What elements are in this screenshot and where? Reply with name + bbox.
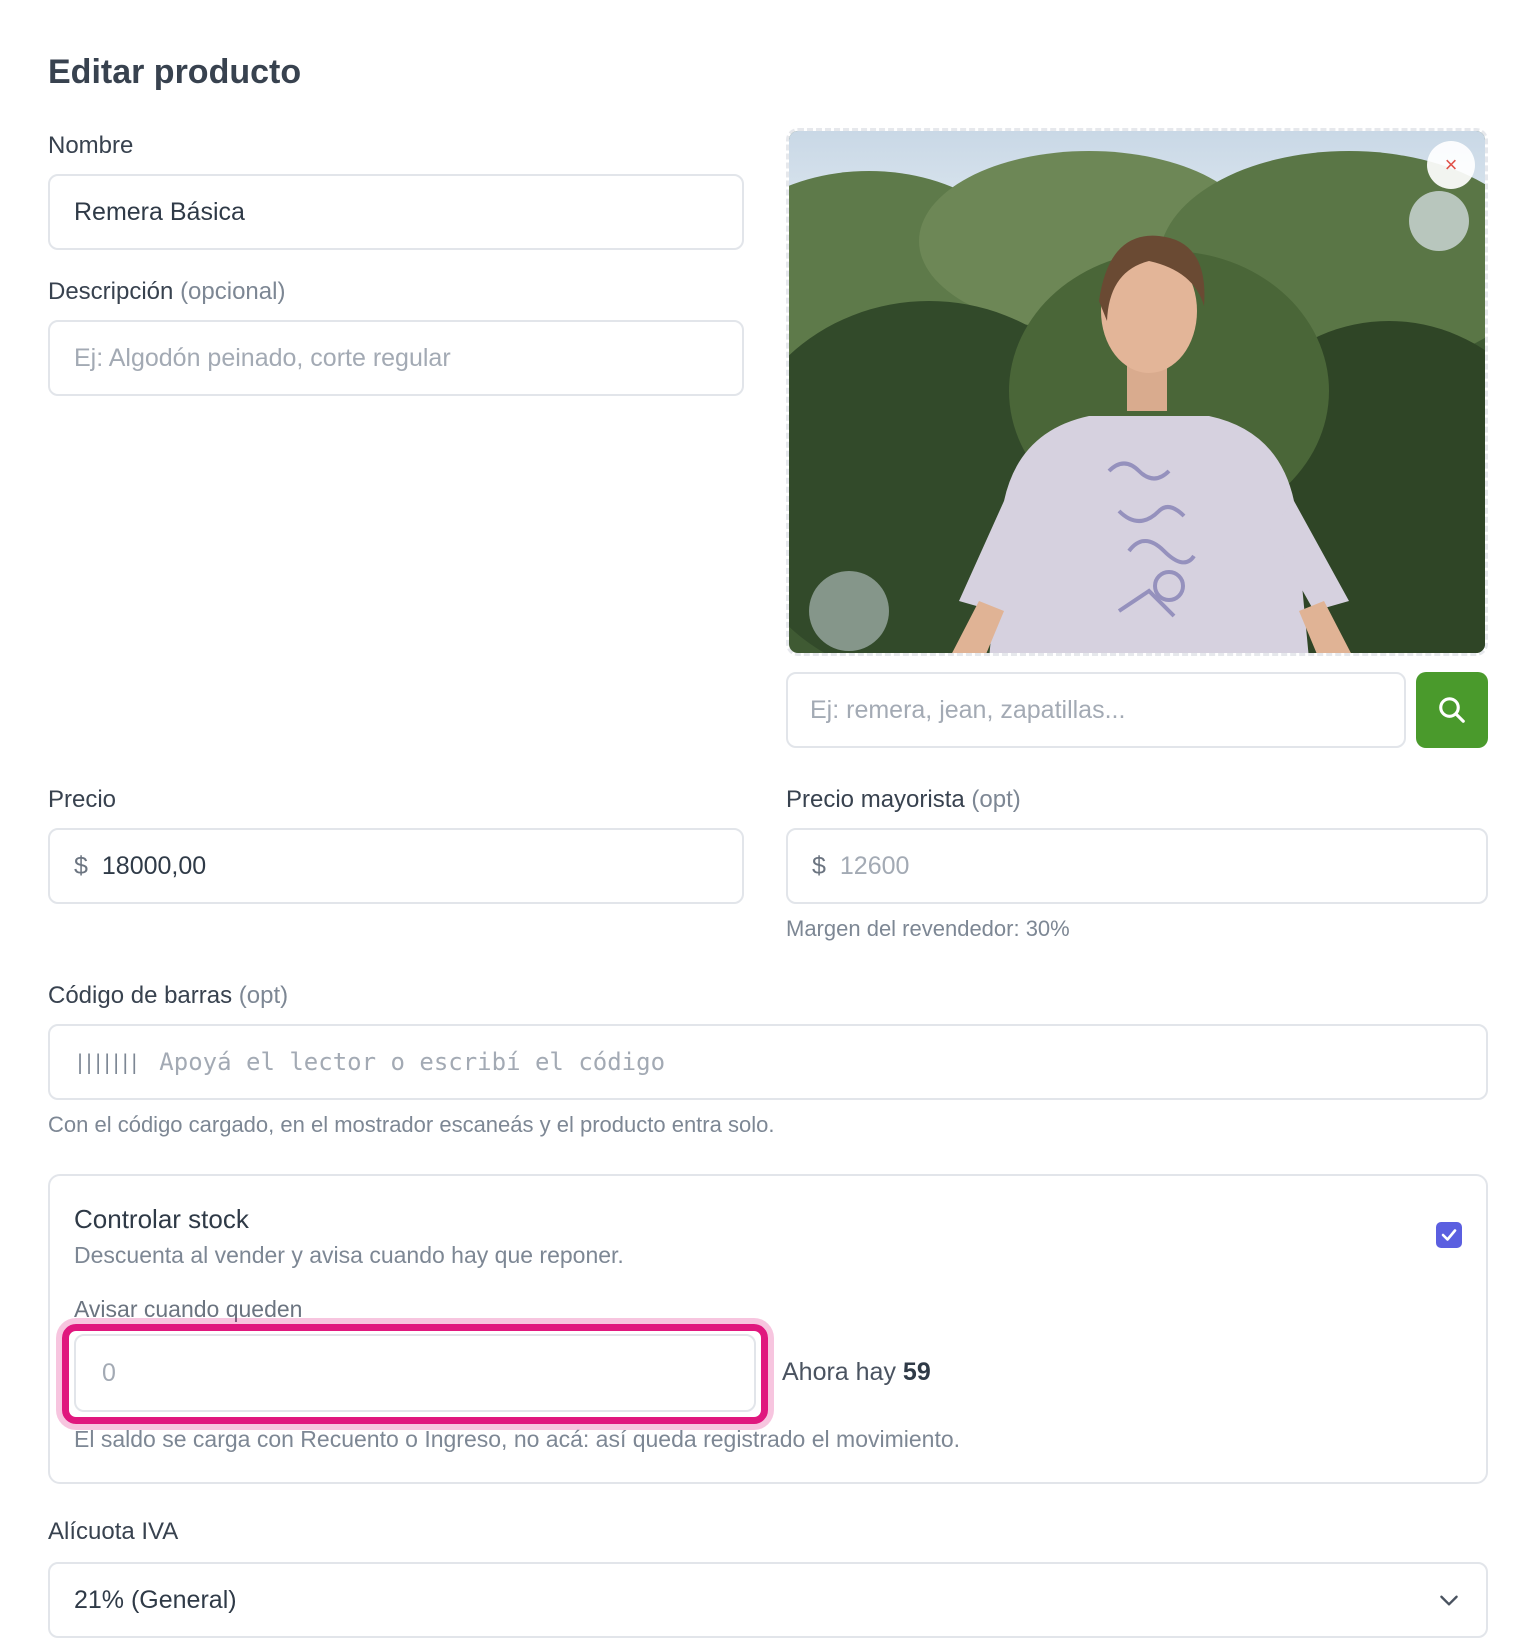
barcode-icon: ||||||| — [74, 1050, 140, 1074]
stock-threshold-input[interactable] — [100, 1357, 754, 1389]
nombre-field[interactable] — [48, 174, 744, 250]
chevron-down-icon — [1440, 1595, 1458, 1606]
codigo-barras-label: Código de barras (opt) — [48, 980, 288, 1012]
stock-subtitle: Descuenta al vender y avisa cuando hay q… — [74, 1242, 624, 1268]
close-icon: × — [1444, 152, 1458, 177]
iva-select[interactable]: 21% (General) — [48, 1562, 1488, 1638]
descripcion-input[interactable] — [74, 322, 742, 394]
stock-threshold-label: Avisar cuando queden — [74, 1296, 303, 1322]
stock-threshold-field[interactable] — [74, 1334, 756, 1412]
precio-mayorista-label: Precio mayorista (opt) — [786, 784, 1021, 816]
precio-field[interactable]: $ — [48, 828, 744, 904]
image-search-input[interactable] — [810, 674, 1404, 746]
descripcion-label-text: Descripción — [48, 278, 174, 305]
product-photo — [789, 131, 1485, 653]
precio-mayorista-optional: (opt) — [971, 786, 1021, 813]
stock-current: Ahora hay 59 — [782, 1358, 931, 1387]
codigo-barras-field[interactable]: ||||||| — [48, 1024, 1488, 1100]
precio-mayorista-label-text: Precio mayorista — [786, 786, 965, 813]
codigo-barras-input[interactable] — [159, 1026, 1486, 1098]
precio-mayorista-field[interactable]: $ — [786, 828, 1488, 904]
stock-checkbox[interactable] — [1436, 1222, 1462, 1248]
codigo-barras-label-text: Código de barras — [48, 982, 233, 1009]
descripcion-label: Descripción (opcional) — [48, 276, 285, 308]
page-title: Editar producto — [48, 53, 302, 91]
codigo-barras-optional: (opt) — [238, 982, 289, 1009]
stock-title: Controlar stock — [74, 1204, 249, 1234]
descripcion-optional: (opcional) — [180, 278, 286, 305]
stock-card: Controlar stock Descuenta al vender y av… — [48, 1174, 1488, 1484]
stock-current-value: 59 — [902, 1358, 931, 1386]
precio-currency: $ — [74, 851, 88, 880]
margen-hint: Margen del revendedor: 30% — [786, 916, 1070, 941]
codigo-barras-hint: Con el código cargado, en el mostrador e… — [48, 1112, 775, 1137]
image-search-button[interactable] — [1416, 672, 1488, 748]
precio-input[interactable] — [101, 830, 742, 902]
precio-mayorista-input[interactable] — [839, 830, 1486, 902]
product-image-container[interactable]: × — [786, 128, 1488, 656]
image-search-field[interactable] — [786, 672, 1406, 748]
iva-label: Alícuota IVA — [48, 1518, 179, 1545]
stock-hint: El saldo se carga con Recuento o Ingreso… — [74, 1426, 961, 1452]
nombre-input[interactable] — [74, 176, 742, 248]
precio-label: Precio — [48, 786, 117, 813]
stock-current-prefix: Ahora hay — [782, 1358, 896, 1386]
precio-mayorista-currency: $ — [812, 851, 826, 880]
search-icon — [1439, 697, 1465, 723]
remove-image-button[interactable]: × — [1427, 141, 1475, 189]
iva-selected-value: 21% (General) — [74, 1585, 237, 1614]
descripcion-field[interactable] — [48, 320, 744, 396]
check-icon — [1441, 1229, 1457, 1241]
nombre-label: Nombre — [48, 132, 134, 159]
